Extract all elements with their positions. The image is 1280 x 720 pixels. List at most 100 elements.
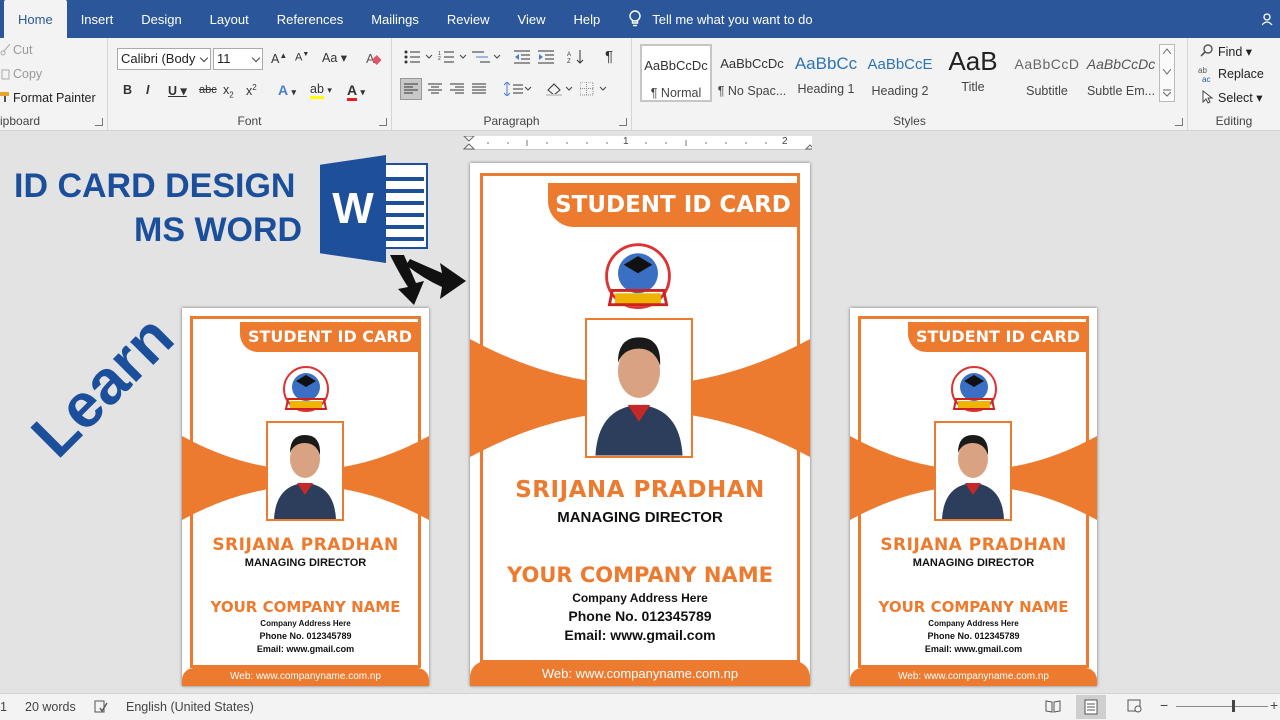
- style-sample: AaB: [948, 46, 998, 76]
- borders-icon[interactable]: [580, 82, 610, 96]
- card-photo: [585, 318, 693, 458]
- font-size-combo[interactable]: 11: [213, 48, 263, 70]
- style-name: Subtle Em...: [1086, 84, 1156, 98]
- bullets-icon[interactable]: [404, 50, 436, 64]
- align-left-icon: [404, 83, 418, 94]
- clipboard-launcher[interactable]: [95, 118, 103, 126]
- font-launcher[interactable]: [379, 118, 387, 126]
- style-sample: AaBbCcE: [867, 56, 933, 73]
- horizontal-ruler[interactable]: 1 2: [463, 136, 812, 150]
- strikethrough-button[interactable]: abc: [199, 84, 217, 96]
- font-group-label: Font: [237, 114, 262, 128]
- web-layout-icon[interactable]: [1127, 699, 1143, 713]
- tab-help[interactable]: Help: [559, 0, 614, 38]
- style-heading-2[interactable]: AaBbCcE Heading 2: [864, 44, 936, 102]
- decrease-indent-icon[interactable]: [514, 50, 532, 64]
- card-photo: [266, 421, 344, 521]
- numbering-icon[interactable]: 12: [438, 50, 470, 64]
- subscript-button[interactable]: x2: [223, 83, 234, 100]
- zoom-slider-thumb[interactable]: [1232, 700, 1235, 712]
- read-mode-icon[interactable]: [1045, 699, 1061, 713]
- multilevel-list-icon[interactable]: [472, 50, 504, 64]
- line-spacing-icon[interactable]: [504, 82, 532, 96]
- align-right-icon[interactable]: [450, 83, 464, 95]
- tab-layout[interactable]: Layout: [196, 0, 263, 38]
- card-company-name: YOUR COMPANY NAME: [507, 563, 773, 587]
- tab-home[interactable]: Home: [4, 0, 67, 38]
- word-count[interactable]: 20 words: [25, 700, 76, 714]
- align-left-button[interactable]: [400, 78, 422, 100]
- change-case-button[interactable]: Aa ▾: [322, 50, 347, 65]
- card-email: Email: www.gmail.com: [924, 644, 1023, 654]
- clear-formatting-icon[interactable]: A: [365, 50, 381, 66]
- select-button[interactable]: Select ▾: [1218, 90, 1263, 105]
- proofing-icon[interactable]: [94, 700, 108, 714]
- styles-scroll[interactable]: [1159, 44, 1175, 102]
- increase-indent-icon[interactable]: [538, 50, 556, 64]
- style-no-spacing[interactable]: AaBbCcDc ¶ No Spac...: [716, 44, 788, 102]
- page-number[interactable]: 1: [0, 700, 7, 714]
- underline-button[interactable]: U ▾: [168, 83, 187, 98]
- styles-group-label: Styles: [893, 114, 926, 128]
- card-company-name: YOUR COMPANY NAME: [210, 598, 401, 616]
- show-formatting-icon[interactable]: ¶: [605, 48, 613, 65]
- tab-insert[interactable]: Insert: [67, 0, 128, 38]
- style-subtitle[interactable]: AaBbCcD Subtitle: [1011, 44, 1083, 102]
- card-person-role: MANAGING DIRECTOR: [557, 509, 723, 526]
- find-button[interactable]: Find ▾: [1218, 44, 1252, 59]
- tab-references[interactable]: References: [263, 0, 357, 38]
- superscript-button[interactable]: x2: [246, 83, 257, 98]
- zoom-out-icon[interactable]: −: [1160, 697, 1168, 713]
- document-workspace[interactable]: 1 2 ID CARD DESIGN MS WORD Learn W STUDE…: [0, 131, 1280, 693]
- tab-view[interactable]: View: [504, 0, 560, 38]
- paragraph-launcher[interactable]: [619, 118, 627, 126]
- id-card-left[interactable]: STUDENT ID CARD SRIJANA PRADHAN MANAGING…: [182, 308, 429, 686]
- tab-mailings[interactable]: Mailings: [357, 0, 433, 38]
- ribbon: Cut Copy Format Painter ipboard Calibri …: [0, 38, 1280, 131]
- font-color-icon[interactable]: A ▾: [347, 82, 365, 101]
- person-photo-icon: [936, 423, 1010, 519]
- id-card-center[interactable]: STUDENT ID CARD SRIJANA PRADHAN MANAGING…: [470, 163, 810, 686]
- copy-icon: [1, 69, 10, 80]
- italic-button[interactable]: I: [146, 83, 149, 97]
- style-heading-1[interactable]: AaBbCc Heading 1: [790, 44, 862, 102]
- bold-button[interactable]: B: [123, 83, 132, 97]
- cut-button[interactable]: Cut: [13, 43, 32, 57]
- more-styles-icon[interactable]: [1163, 89, 1171, 97]
- format-painter-button[interactable]: Format Painter: [13, 91, 96, 105]
- replace-button[interactable]: Replace: [1218, 67, 1264, 81]
- language-indicator[interactable]: English (United States): [126, 700, 254, 714]
- shrink-font-icon[interactable]: A▼: [295, 51, 309, 64]
- justify-icon[interactable]: [472, 83, 486, 95]
- person-photo-icon: [587, 320, 691, 456]
- zoom-in-icon[interactable]: +: [1270, 697, 1278, 713]
- styles-launcher[interactable]: [1175, 118, 1183, 126]
- chevron-up-icon[interactable]: [1163, 48, 1171, 54]
- format-painter-icon: [0, 92, 9, 102]
- shading-icon[interactable]: [546, 82, 574, 96]
- card-address: Company Address Here: [260, 619, 351, 628]
- id-card-right[interactable]: STUDENT ID CARD SRIJANA PRADHAN MANAGING…: [850, 308, 1097, 686]
- chevron-down-icon: [251, 53, 261, 63]
- sort-icon[interactable]: AZ: [567, 50, 585, 64]
- highlight-color-icon[interactable]: ab ▾: [310, 82, 332, 99]
- align-center-icon[interactable]: [428, 83, 442, 95]
- tell-me-search[interactable]: Tell me what you want to do: [628, 10, 813, 28]
- style-subtle-emphasis[interactable]: AaBbCcDc Subtle Em...: [1085, 44, 1157, 102]
- print-layout-icon: [1084, 699, 1098, 715]
- style-normal[interactable]: AaBbCcDc ¶ Normal: [640, 44, 712, 102]
- scissors-icon: [0, 44, 11, 56]
- share-icon[interactable]: [1262, 12, 1276, 26]
- tab-design[interactable]: Design: [127, 0, 195, 38]
- style-title[interactable]: AaB Title: [937, 44, 1009, 102]
- card-email: Email: www.gmail.com: [564, 627, 716, 643]
- chevron-down-icon[interactable]: [1163, 69, 1171, 75]
- copy-button[interactable]: Copy: [13, 67, 42, 81]
- tab-review[interactable]: Review: [433, 0, 504, 38]
- text-effects-icon[interactable]: A ▾: [278, 82, 296, 98]
- grow-font-icon[interactable]: A▲: [271, 51, 287, 66]
- print-layout-button[interactable]: [1076, 695, 1106, 719]
- zoom-slider[interactable]: [1176, 706, 1268, 707]
- font-name-combo[interactable]: Calibri (Body: [117, 48, 211, 70]
- chevron-down-icon: [199, 53, 209, 63]
